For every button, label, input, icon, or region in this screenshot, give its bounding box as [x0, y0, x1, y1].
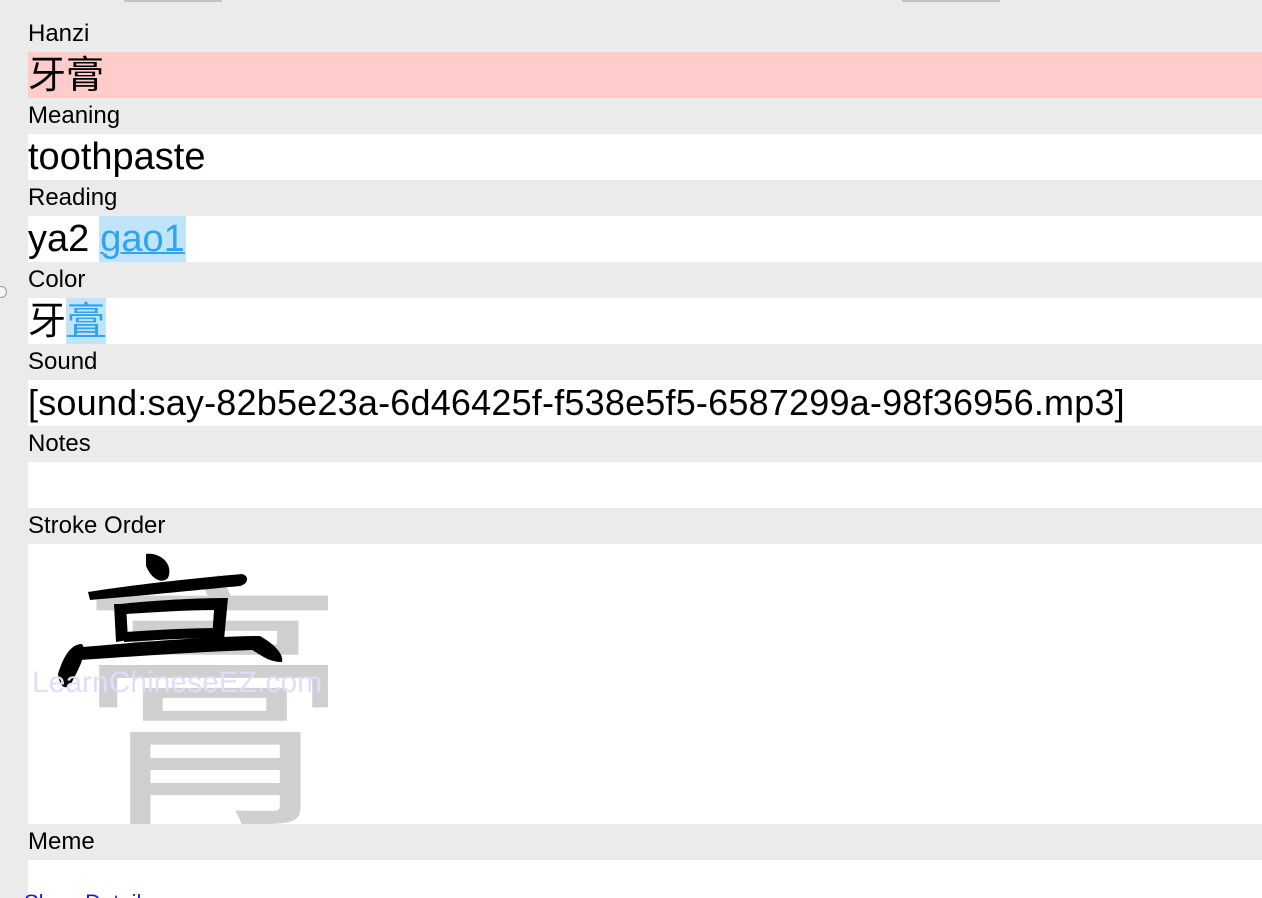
note-fields: Hanzi 牙膏 Meaning toothpaste Reading ya2 … [28, 16, 1262, 898]
field-value-meme[interactable] [28, 860, 1262, 898]
field-value-meaning[interactable]: toothpaste [28, 134, 1262, 180]
top-tab-right[interactable] [902, 0, 1000, 2]
reading-syllable-gao-link[interactable]: gao1 [99, 216, 186, 262]
field-label-stroke-order: Stroke Order [28, 508, 1262, 544]
field-label-meaning: Meaning [28, 98, 1262, 134]
field-value-color[interactable]: 牙 膏 [28, 298, 1262, 344]
card-preview: Hanzi 牙膏 Meaning toothpaste Reading ya2 … [0, 0, 1262, 898]
field-label-meme: Meme [28, 824, 1262, 860]
color-char-gao-link[interactable]: 膏 [66, 298, 107, 344]
stroke-order-image: 膏 LearnChineseEZ.com [28, 544, 1262, 824]
field-value-sound[interactable]: [sound:say-82b5e23a-6d46425f-f538e5f5-65… [28, 380, 1262, 426]
field-value-notes[interactable] [28, 462, 1262, 508]
field-label-reading: Reading [28, 180, 1262, 216]
circle-handle-icon[interactable] [0, 286, 7, 298]
field-value-hanzi[interactable]: 牙膏 [28, 52, 1262, 98]
show-details-link[interactable]: Show Details [24, 890, 152, 898]
field-label-sound: Sound [28, 344, 1262, 380]
field-label-notes: Notes [28, 426, 1262, 462]
field-label-hanzi: Hanzi [28, 16, 1262, 52]
field-value-reading[interactable]: ya2 gao1 [28, 216, 1262, 262]
top-tab-left[interactable] [124, 0, 222, 2]
reading-syllable-ya: ya2 [28, 218, 90, 260]
field-label-color: Color [28, 262, 1262, 298]
stroke-order-watermark: LearnChineseEZ.com [32, 666, 323, 699]
color-char-ya: 牙 [28, 299, 67, 343]
